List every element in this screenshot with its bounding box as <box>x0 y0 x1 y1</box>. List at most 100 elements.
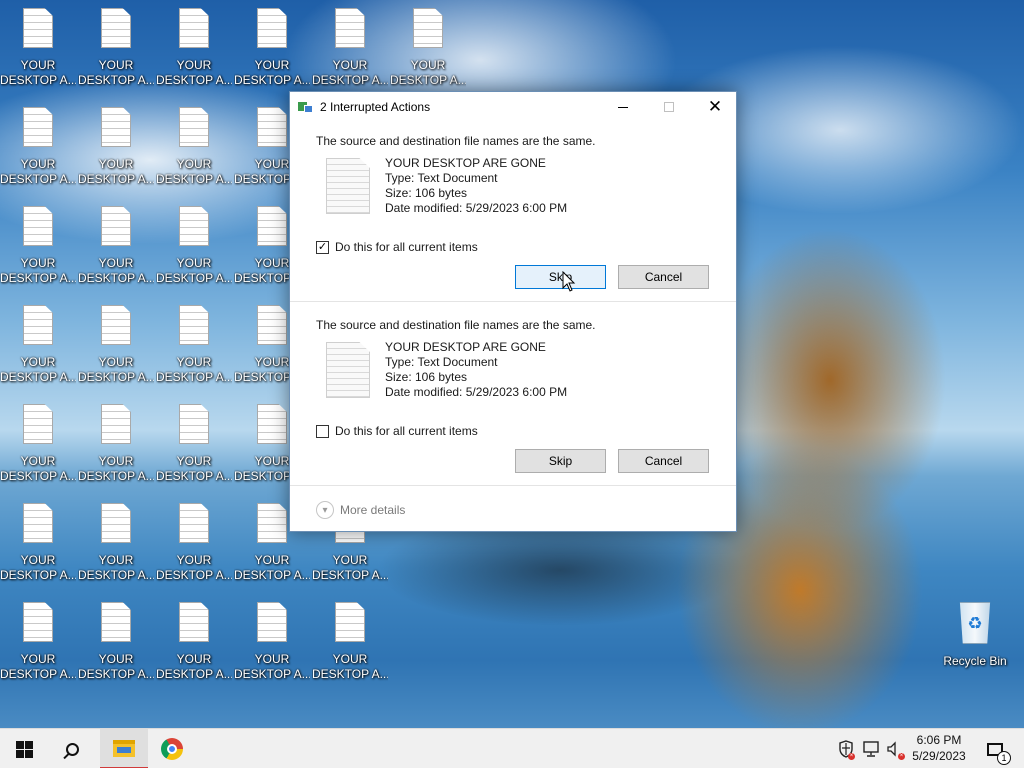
desktop-file-label: YOUR DESKTOP A... <box>156 652 232 682</box>
label-line-2: DESKTOP A... <box>78 73 154 87</box>
recycle-bin-label: Recycle Bin <box>943 654 1007 668</box>
desktop-file-label: YOUR DESKTOP A... <box>78 256 154 286</box>
label-line-2: DESKTOP A... <box>312 73 388 87</box>
desktop-file-icon[interactable]: YOUR DESKTOP A... <box>0 303 76 399</box>
text-file-icon <box>257 404 287 444</box>
text-file-icon <box>101 602 131 642</box>
label-line-2: DESKTOP A... <box>0 370 76 384</box>
desktop-file-icon[interactable]: YOUR DESKTOP A... <box>78 303 154 399</box>
desktop-file-icon[interactable]: YOUR DESKTOP A... <box>312 6 388 102</box>
desktop-file-icon[interactable]: YOUR DESKTOP A... <box>312 600 388 696</box>
apply-to-all-label[interactable]: Do this for all current items <box>335 240 478 254</box>
desktop-file-label: YOUR DESKTOP A... <box>0 157 76 187</box>
mute-badge-icon: × <box>898 753 905 760</box>
desktop-file-icon[interactable]: YOUR DESKTOP A... <box>156 600 232 696</box>
label-line-2: DESKTOP A... <box>390 73 466 87</box>
desktop-file-icon[interactable]: YOUR DESKTOP A... <box>234 600 310 696</box>
text-file-icon <box>179 8 209 48</box>
chrome-taskbar-button[interactable] <box>148 729 196 768</box>
text-file-icon <box>179 404 209 444</box>
desktop-file-icon[interactable]: YOUR DESKTOP A... <box>0 501 76 597</box>
apply-to-all-checkbox[interactable]: ✓ <box>316 240 329 254</box>
desktop-file-icon[interactable]: YOUR DESKTOP A... <box>390 6 466 102</box>
dialog-titlebar[interactable]: 2 Interrupted Actions ✕ <box>290 92 736 122</box>
desktop-file-icon[interactable]: YOUR DESKTOP A... <box>156 303 232 399</box>
apply-to-all-checkbox-row[interactable]: Do this for all current items <box>316 424 478 438</box>
windows-logo-icon <box>15 740 33 758</box>
action-center-button[interactable]: 1 <box>980 729 1011 768</box>
apply-to-all-checkbox[interactable] <box>316 424 329 438</box>
desktop-file-icon[interactable]: YOUR DESKTOP A... <box>156 402 232 498</box>
skip-button[interactable]: Skip <box>515 449 606 473</box>
conflict-item-1: The source and destination file names ar… <box>290 122 736 302</box>
text-file-icon <box>257 107 287 147</box>
apply-to-all-checkbox-row[interactable]: ✓ Do this for all current items <box>316 240 478 254</box>
conflict-message: The source and destination file names ar… <box>316 134 596 148</box>
text-file-icon <box>101 404 131 444</box>
desktop-file-icon[interactable]: YOUR DESKTOP A... <box>78 501 154 597</box>
desktop-file-label: YOUR DESKTOP A... <box>234 553 310 583</box>
network-tray-button[interactable] <box>860 729 882 768</box>
notification-icon: 1 <box>987 742 1011 765</box>
desktop-file-icon[interactable]: YOUR DESKTOP A... <box>156 6 232 102</box>
label-line-1: YOUR <box>332 553 368 567</box>
chrome-icon <box>161 738 183 760</box>
label-line-1: YOUR <box>20 58 56 72</box>
text-file-icon <box>23 107 53 147</box>
label-line-2: DESKTOP A... <box>156 271 232 285</box>
file-type: Type: Text Document <box>385 171 498 185</box>
text-file-icon <box>23 305 53 345</box>
desktop-file-icon[interactable]: YOUR DESKTOP A... <box>234 6 310 102</box>
label-line-2: DESKTOP A... <box>0 172 76 186</box>
desktop-file-icon[interactable]: YOUR DESKTOP A... <box>0 402 76 498</box>
label-line-1: YOUR <box>20 157 56 171</box>
minimize-button[interactable] <box>600 92 646 122</box>
desktop-file-label: YOUR DESKTOP A... <box>0 355 76 385</box>
search-button[interactable] <box>48 729 96 768</box>
desktop-file-icon[interactable]: YOUR DESKTOP A... <box>156 204 232 300</box>
recycle-bin-shortcut[interactable]: ♻ Recycle Bin <box>938 602 1012 672</box>
label-line-2: DESKTOP A... <box>312 568 388 582</box>
desktop-file-label: YOUR DESKTOP A... <box>78 355 154 385</box>
more-details-label[interactable]: More details <box>340 503 405 517</box>
text-file-icon <box>101 305 131 345</box>
skip-button[interactable]: Skip <box>515 265 606 289</box>
desktop-file-icon[interactable]: YOUR DESKTOP A... <box>0 600 76 696</box>
desktop-file-label: YOUR DESKTOP A... <box>156 355 232 385</box>
label-line-1: YOUR <box>254 58 290 72</box>
desktop-file-label: YOUR DESKTOP A... <box>312 553 388 583</box>
more-details-toggle[interactable]: ▾ More details <box>316 501 405 519</box>
apply-to-all-label[interactable]: Do this for all current items <box>335 424 478 438</box>
desktop-file-label: YOUR DESKTOP A... <box>0 58 76 88</box>
close-icon: ✕ <box>707 97 723 116</box>
dialog-title: 2 Interrupted Actions <box>320 100 431 114</box>
close-button[interactable]: ✕ <box>692 92 738 122</box>
desktop-file-icon[interactable]: YOUR DESKTOP A... <box>156 501 232 597</box>
start-button[interactable] <box>0 729 48 768</box>
desktop-file-label: YOUR DESKTOP A... <box>0 256 76 286</box>
desktop-file-icon[interactable]: YOUR DESKTOP A... <box>78 402 154 498</box>
desktop-file-icon[interactable]: YOUR DESKTOP A... <box>78 600 154 696</box>
file-info: YOUR DESKTOP ARE GONE Type: Text Documen… <box>385 340 567 400</box>
desktop-file-icon[interactable]: YOUR DESKTOP A... <box>78 204 154 300</box>
text-file-icon <box>101 503 131 543</box>
system-clock[interactable]: 6:06 PM 5/29/2023 <box>906 732 972 764</box>
text-file-icon <box>101 107 131 147</box>
cancel-button[interactable]: Cancel <box>618 265 709 289</box>
desktop-file-icon[interactable]: YOUR DESKTOP A... <box>78 6 154 102</box>
volume-tray-button[interactable]: × <box>884 729 906 768</box>
desktop-file-icon[interactable]: YOUR DESKTOP A... <box>156 105 232 201</box>
file-explorer-taskbar-button[interactable] <box>100 729 148 768</box>
desktop-file-icon[interactable]: YOUR DESKTOP A... <box>0 105 76 201</box>
desktop-file-label: YOUR DESKTOP A... <box>78 652 154 682</box>
text-file-icon <box>23 404 53 444</box>
label-line-2: DESKTOP A... <box>234 568 310 582</box>
desktop-file-icon[interactable]: YOUR DESKTOP A... <box>78 105 154 201</box>
security-tray-button[interactable]: × <box>836 729 856 768</box>
desktop-file-icon[interactable]: YOUR DESKTOP A... <box>0 204 76 300</box>
recycle-bin-icon: ♻ <box>959 602 991 644</box>
label-line-2: DESKTOP A... <box>0 568 76 582</box>
desktop-file-icon[interactable]: YOUR DESKTOP A... <box>0 6 76 102</box>
taskbar: × × 6:06 PM 5/29/2023 1 <box>0 728 1024 768</box>
cancel-button[interactable]: Cancel <box>618 449 709 473</box>
